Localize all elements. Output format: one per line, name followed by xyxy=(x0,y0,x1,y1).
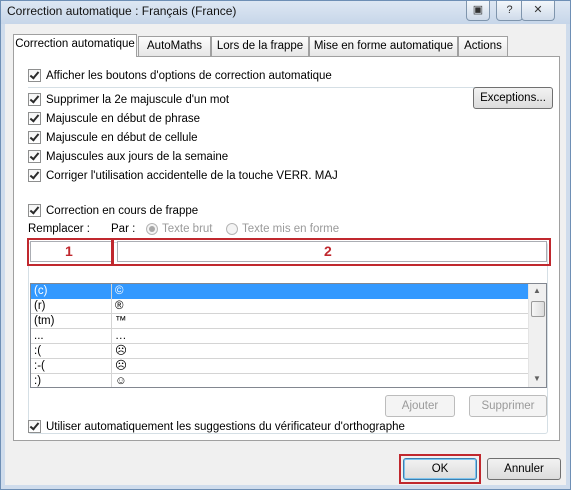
cancel-button[interactable]: Annuler xyxy=(487,458,561,480)
show-options-buttons-checkbox[interactable]: Afficher les boutons d'options de correc… xyxy=(28,69,332,82)
scroll-thumb[interactable] xyxy=(531,301,545,317)
plain-text-radio[interactable]: Texte brut xyxy=(146,223,213,235)
checkbox-label: Supprimer la 2e majuscule d'un mot xyxy=(46,93,230,106)
entry-to: ☺ xyxy=(115,375,127,387)
checkbox-label: Majuscules aux jours de la semaine xyxy=(46,150,229,163)
delete-button[interactable]: Supprimer xyxy=(469,395,547,417)
dialog-body: Correction automatique AutoMaths Lors de… xyxy=(5,24,566,485)
annotation-box-ok xyxy=(399,454,481,484)
list-item[interactable]: :-( ☹ xyxy=(31,359,531,374)
list-item[interactable]: (r) ® xyxy=(31,299,531,314)
entry-from: :-( xyxy=(34,360,45,372)
list-item[interactable]: (c) © xyxy=(31,284,531,299)
list-item[interactable]: (tm) ™ xyxy=(31,314,531,329)
checkbox-label: Afficher les boutons d'options de correc… xyxy=(46,69,332,82)
capitalize-days-checkbox[interactable]: Majuscules aux jours de la semaine xyxy=(28,150,228,163)
column-divider xyxy=(111,284,112,387)
entry-from: ... xyxy=(34,330,44,342)
help-icon[interactable]: ▣ xyxy=(466,1,490,21)
autocorrect-dialog: Correction automatique : Français (Franc… xyxy=(0,0,571,490)
radio-label: Texte mis en forme xyxy=(242,223,340,235)
checkbox-check xyxy=(28,69,41,82)
checkbox-check xyxy=(28,150,41,163)
autocorrect-list[interactable]: (c) © (r) ® (tm) ™ ... … :( ☹:-(☹:) ☺… xyxy=(30,283,547,388)
entry-from: (c) xyxy=(34,285,48,297)
radio-dot xyxy=(226,223,238,235)
radio-dot xyxy=(146,223,158,235)
tab-actions[interactable]: Actions xyxy=(458,36,508,56)
annotation-number-2: 2 xyxy=(324,243,332,259)
checkbox-check xyxy=(28,131,41,144)
checkbox-label: Majuscule en début de cellule xyxy=(46,131,198,144)
entry-to: © xyxy=(115,285,124,297)
replace-as-you-type-checkbox[interactable]: Correction en cours de frappe xyxy=(28,204,202,217)
entry-from: :( xyxy=(34,345,42,357)
tab-lors-de-la-frappe[interactable]: Lors de la frappe xyxy=(211,36,309,56)
checkbox-label: Correction en cours de frappe xyxy=(46,204,199,217)
entry-to: … xyxy=(115,330,127,342)
question-button[interactable]: ? xyxy=(496,1,523,21)
checkbox-check xyxy=(28,93,41,106)
entry-to: ☹ xyxy=(115,345,127,357)
checkbox-label: Corriger l'utilisation accidentelle de l… xyxy=(46,169,338,182)
entry-from: :) xyxy=(34,375,42,387)
scroll-up-icon[interactable]: ▲ xyxy=(533,286,541,295)
separator xyxy=(28,87,546,88)
entry-to: ☹ xyxy=(115,360,127,372)
entry-from: (tm) xyxy=(34,315,55,327)
list-item[interactable]: :( ☹ xyxy=(31,344,531,359)
capitalize-cell-checkbox[interactable]: Majuscule en début de cellule xyxy=(28,131,198,144)
with-label: Par : xyxy=(111,223,136,235)
question-mark-icon: ? xyxy=(506,4,513,16)
window-title: Correction automatique : Français (Franc… xyxy=(7,4,237,18)
checkbox-check xyxy=(28,420,41,433)
radio-label: Texte brut xyxy=(162,223,213,235)
title-bar: Correction automatique : Français (Franc… xyxy=(1,1,570,24)
caps-lock-correction-checkbox[interactable]: Corriger l'utilisation accidentelle de l… xyxy=(28,169,338,182)
tab-correction-automatique[interactable]: Correction automatique xyxy=(13,34,137,57)
list-scrollbar[interactable]: ▲ ▼ xyxy=(528,284,546,387)
exceptions-button[interactable]: Exceptions... xyxy=(473,87,553,109)
checkbox-check xyxy=(28,169,41,182)
entry-to: ™ xyxy=(115,315,127,327)
entry-to: ® xyxy=(115,300,124,312)
list-item[interactable]: ... … xyxy=(31,329,531,344)
tab-automaths[interactable]: AutoMaths xyxy=(138,36,211,56)
spellchecker-suggestions-checkbox[interactable]: Utiliser automatiquement les suggestions… xyxy=(28,420,405,433)
add-button[interactable]: Ajouter xyxy=(385,395,455,417)
checkbox-label: Utiliser automatiquement les suggestions… xyxy=(46,420,405,433)
entry-from: (r) xyxy=(34,300,46,312)
close-icon: ✕ xyxy=(533,4,543,16)
checkbox-check xyxy=(28,204,41,217)
formatted-text-radio[interactable]: Texte mis en forme xyxy=(226,223,339,235)
checkbox-check xyxy=(28,112,41,125)
capitalize-sentence-checkbox[interactable]: Majuscule en début de phrase xyxy=(28,112,200,125)
tab-panel: Afficher les boutons d'options de correc… xyxy=(13,56,560,441)
scroll-down-icon[interactable]: ▼ xyxy=(533,374,541,383)
list-item[interactable]: :) ☺ xyxy=(31,374,531,387)
close-button[interactable]: ✕ xyxy=(521,1,555,21)
tab-mise-en-forme-automatique[interactable]: Mise en forme automatique xyxy=(309,36,458,56)
two-initial-caps-checkbox[interactable]: Supprimer la 2e majuscule d'un mot xyxy=(28,93,229,106)
annotation-number-1: 1 xyxy=(65,243,73,259)
checkbox-label: Majuscule en début de phrase xyxy=(46,112,201,125)
replace-label: Remplacer : xyxy=(28,223,90,235)
